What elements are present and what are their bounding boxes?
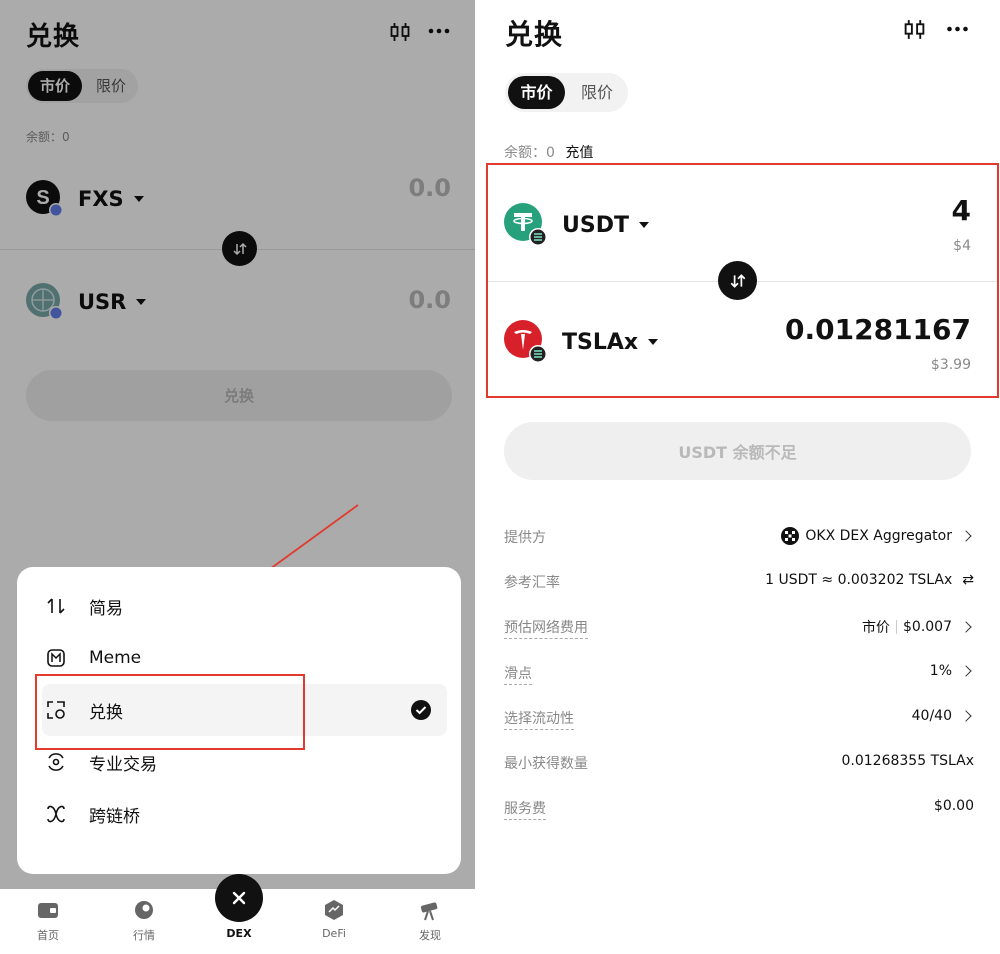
fee-mode: 市价 [862, 620, 890, 636]
recharge-link[interactable]: 充值 [565, 145, 593, 161]
rate-value-wrap: 1 USDT ≈ 0.003202 TSLAx ⇄ [765, 572, 974, 588]
min-receive-row: 最小获得数量 0.01268355 TSLAx [504, 751, 974, 775]
highlight-box [35, 674, 305, 750]
meme-icon [47, 649, 65, 667]
wallet-icon [38, 903, 58, 918]
min-receive-value: 0.01268355 TSLAx [841, 753, 975, 769]
nav-market[interactable]: 行情 [104, 889, 184, 954]
tab-market[interactable]: 市价 [508, 76, 565, 109]
service-fee-value: $0.00 [933, 798, 974, 814]
swap-rate-icon[interactable]: ⇄ [962, 572, 974, 588]
provider-value: OKX DEX Aggregator [805, 528, 952, 544]
highlight-box [486, 163, 999, 398]
bridge-icon [47, 805, 65, 823]
provider-row[interactable]: 提供方 OKX DEX Aggregator [504, 525, 974, 549]
balance-line: 余额：0 充值 [504, 142, 593, 162]
defi-icon [325, 900, 343, 920]
close-menu-button[interactable] [215, 874, 263, 922]
close-icon [232, 891, 246, 905]
telescope-icon [420, 902, 438, 921]
service-fee-wrap: $0.00 [934, 798, 974, 814]
liquidity-label: 选择流动性 [504, 708, 574, 730]
fee-value: $0.007 [903, 619, 952, 635]
sort-icon [47, 598, 65, 614]
slippage-value: 1% [929, 663, 952, 679]
chevron-right-icon [960, 621, 972, 633]
menu-item-label: 简易 [89, 598, 123, 619]
nav-discover[interactable]: 发现 [390, 889, 470, 954]
menu-item-label: 跨链桥 [89, 806, 140, 827]
chevron-right-icon [960, 530, 972, 542]
slippage-label: 滑点 [504, 663, 532, 685]
market-icon [135, 901, 153, 919]
nav-label: DEX [226, 927, 252, 940]
menu-item-bridge[interactable]: 跨链桥 [17, 788, 461, 840]
okx-logo-icon [781, 527, 800, 545]
rate-value: 1 USDT ≈ 0.003202 TSLAx [765, 572, 953, 588]
rate-row[interactable]: 参考汇率 1 USDT ≈ 0.003202 TSLAx ⇄ [504, 570, 974, 594]
fee-separator [896, 620, 897, 634]
network-fee-row[interactable]: 预估网络费用 市价 $0.007 [504, 615, 974, 639]
service-fee-row: 服务费 $0.00 [504, 796, 974, 820]
menu-item-label: Meme [89, 648, 142, 668]
service-fee-label: 服务费 [504, 798, 546, 820]
rate-label: 参考汇率 [504, 575, 560, 591]
check-circle-icon [411, 700, 431, 720]
chevron-right-icon [960, 710, 972, 722]
nav-home[interactable]: 首页 [8, 889, 88, 954]
insufficient-balance-button[interactable]: USDT 余额不足 [504, 422, 971, 480]
tab-limit[interactable]: 限价 [569, 76, 625, 109]
order-type-toggle: 市价 限价 [505, 73, 628, 112]
left-screen: 兑换 市价 限价 余额：0 S FXS 0.0 USR 0.0 兑换 简易 Me… [0, 0, 475, 954]
provider-value-wrap: OKX DEX Aggregator [781, 527, 974, 545]
network-fee-wrap: 市价 $0.007 [862, 617, 974, 637]
slippage-row[interactable]: 滑点 1% [504, 661, 974, 685]
menu-item-simple[interactable]: 简易 [17, 580, 461, 632]
more-icon[interactable] [946, 26, 969, 32]
nav-label: 首页 [37, 929, 59, 942]
nav-label: DeFi [322, 927, 346, 940]
pro-trade-icon [48, 753, 64, 771]
candlestick-chart-icon[interactable] [903, 18, 926, 41]
provider-label: 提供方 [504, 530, 546, 546]
liquidity-row[interactable]: 选择流动性 40/40 [504, 706, 974, 730]
page-title: 兑换 [505, 18, 564, 51]
balance-text: 余额：0 [504, 145, 555, 161]
liquidity-value: 40/40 [911, 708, 952, 724]
slippage-wrap: 1% [930, 663, 974, 679]
menu-item-label: 专业交易 [89, 754, 157, 775]
chevron-right-icon [960, 665, 972, 677]
min-receive-label: 最小获得数量 [504, 756, 588, 772]
nav-label: 发现 [419, 929, 441, 942]
network-fee-label: 预估网络费用 [504, 617, 588, 639]
nav-label: 行情 [133, 929, 155, 942]
min-receive-wrap: 0.01268355 TSLAx [842, 753, 975, 769]
nav-defi[interactable]: DeFi [294, 889, 374, 954]
liquidity-wrap: 40/40 [912, 708, 974, 724]
